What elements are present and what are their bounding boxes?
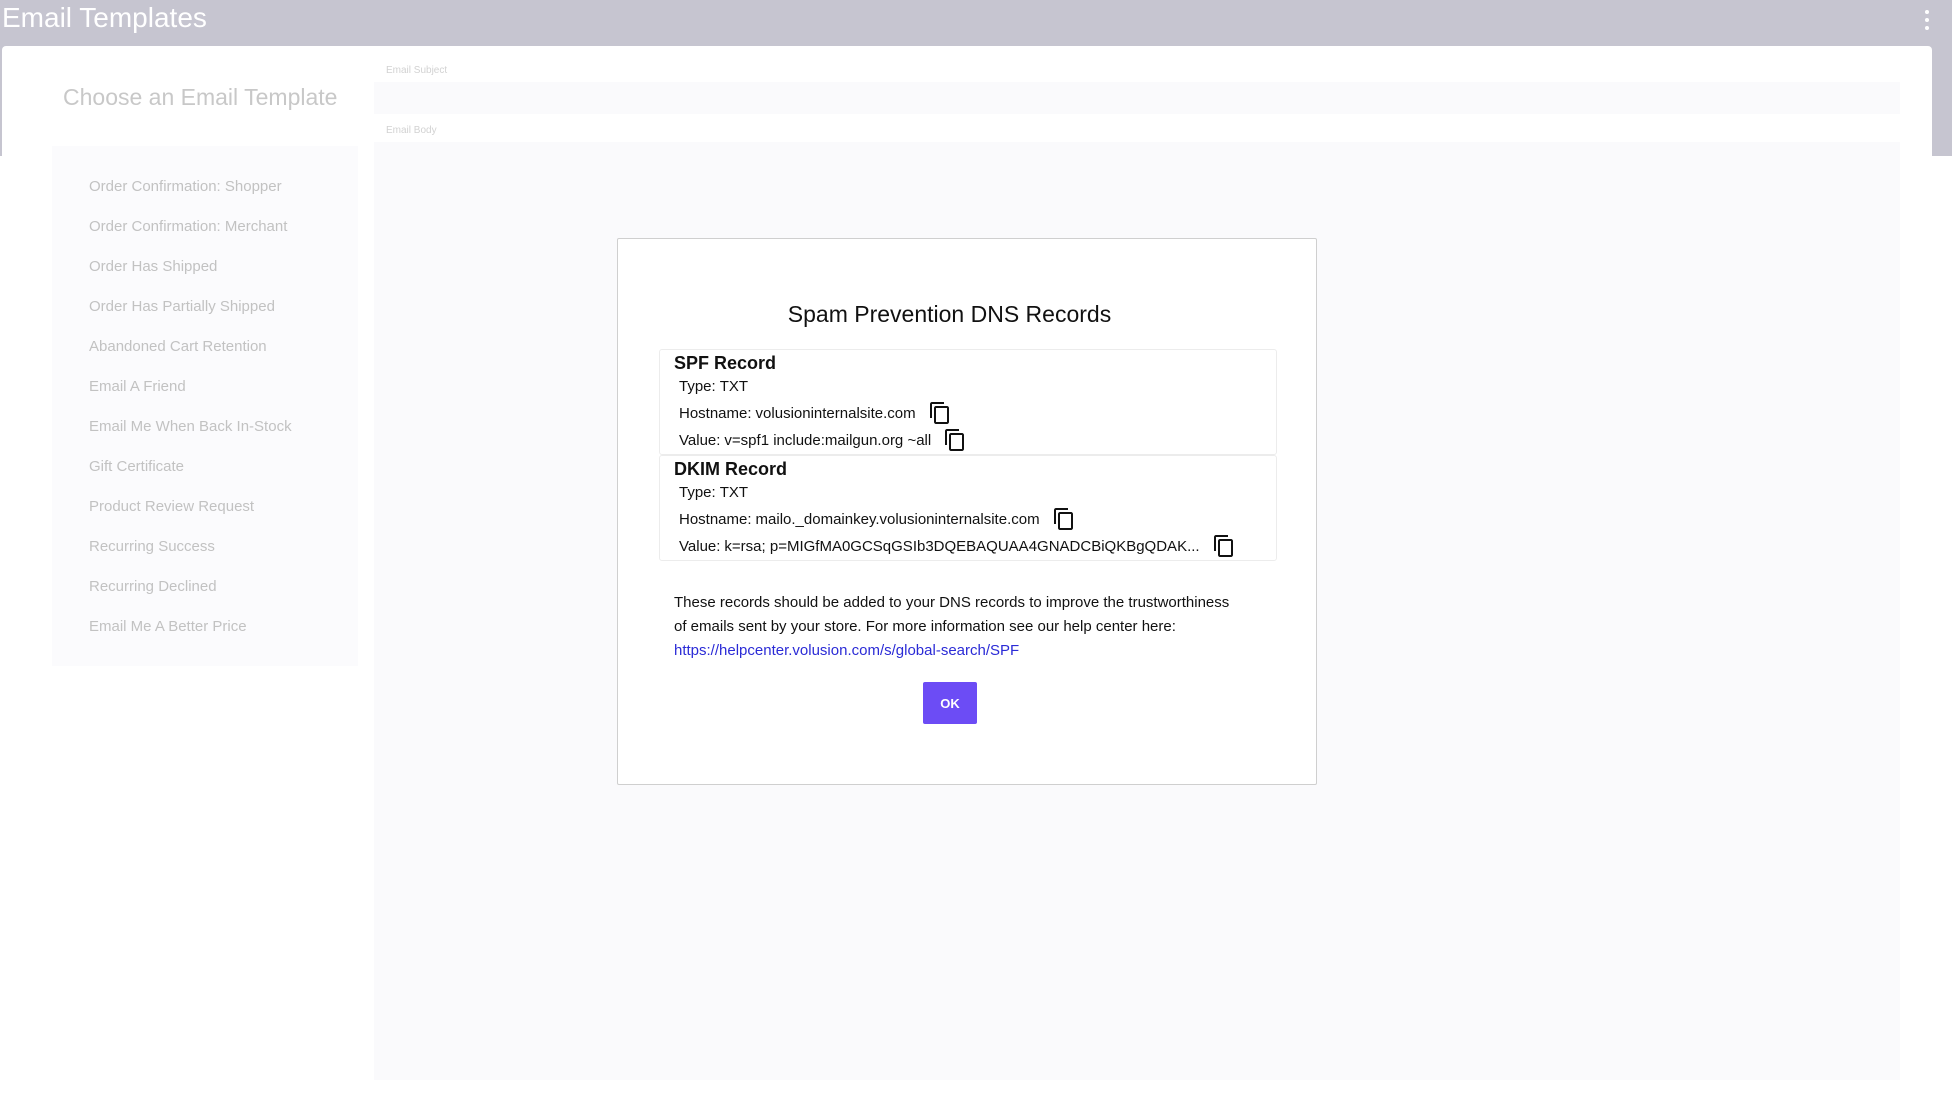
email-subject-input[interactable] — [374, 82, 1900, 114]
dkim-hostname-label: Hostname: — [679, 510, 752, 528]
spf-type-row: Type: TXT — [679, 378, 748, 395]
dns-help-text: These records should be added to your DN… — [674, 594, 1230, 635]
template-item-order-has-shipped[interactable]: Order Has Shipped — [89, 258, 217, 275]
template-item-better-price[interactable]: Email Me A Better Price — [89, 618, 247, 635]
spf-type-value: TXT — [719, 378, 749, 395]
spf-record-title: SPF Record — [674, 353, 777, 373]
dkim-value-label: Value: — [679, 537, 721, 555]
ok-button[interactable]: OK — [923, 682, 977, 724]
spf-hostname-row: Hostname: volusioninternalsite.com — [679, 401, 952, 425]
email-subject-label: Email Subject — [386, 65, 448, 76]
more-vert-icon[interactable] — [1922, 8, 1932, 32]
help-center-link[interactable]: https://helpcenter.volusion.com/s/global… — [674, 642, 1019, 659]
dkim-type-label: Type: — [679, 484, 716, 501]
template-item-product-review[interactable]: Product Review Request — [89, 498, 254, 515]
dkim-type-row: Type: TXT — [679, 484, 748, 501]
spf-value-row: Value: v=spf1 include:mailgun.org ~all — [679, 428, 967, 452]
app-title: Email Templates — [2, 2, 207, 33]
spf-hostname-label: Hostname: — [679, 404, 752, 422]
template-item-abandoned-cart[interactable]: Abandoned Cart Retention — [89, 338, 267, 355]
copy-icon[interactable] — [928, 401, 952, 425]
template-item-order-confirmation-merchant[interactable]: Order Confirmation: Merchant — [89, 218, 287, 235]
dkim-hostname-value: mailo._domainkey.volusioninternalsite.co… — [755, 510, 1040, 528]
dialog-title: Spam Prevention DNS Records — [787, 301, 1112, 327]
dkim-value-value: k=rsa; p=MIGfMA0GCSqGSIb3DQEBAQUAA4GNADC… — [724, 537, 1200, 555]
template-item-gift-certificate[interactable]: Gift Certificate — [89, 458, 184, 475]
dns-help-note: These records should be added to your DN… — [674, 591, 1234, 663]
template-list: Order Confirmation: Shopper Order Confir… — [52, 146, 358, 666]
dkim-value-row: Value: k=rsa; p=MIGfMA0GCSqGSIb3DQEBAQUA… — [679, 534, 1236, 558]
dkim-record-card: DKIM Record Type: TXT Hostname: mailo._d… — [659, 455, 1277, 561]
spf-value-value: v=spf1 include:mailgun.org ~all — [724, 431, 932, 449]
template-item-recurring-declined[interactable]: Recurring Declined — [89, 578, 217, 595]
template-heading: Choose an Email Template — [63, 84, 338, 110]
spf-type-label: Type: — [679, 378, 716, 395]
copy-icon[interactable] — [1052, 507, 1076, 531]
template-item-back-in-stock[interactable]: Email Me When Back In-Stock — [89, 418, 292, 435]
dkim-hostname-row: Hostname: mailo._domainkey.volusioninter… — [679, 507, 1076, 531]
template-item-recurring-success[interactable]: Recurring Success — [89, 538, 215, 555]
spf-record-card: SPF Record Type: TXT Hostname: volusioni… — [659, 349, 1277, 455]
dkim-record-title: DKIM Record — [674, 459, 788, 479]
dns-records-dialog: Spam Prevention DNS Records SPF Record T… — [617, 238, 1317, 785]
copy-icon[interactable] — [1212, 534, 1236, 558]
template-item-email-a-friend[interactable]: Email A Friend — [89, 378, 186, 395]
template-item-order-confirmation-shopper[interactable]: Order Confirmation: Shopper — [89, 178, 282, 195]
copy-icon[interactable] — [943, 428, 967, 452]
spf-value-label: Value: — [679, 431, 721, 449]
template-item-order-partially-shipped[interactable]: Order Has Partially Shipped — [89, 298, 275, 315]
spf-hostname-value: volusioninternalsite.com — [755, 404, 916, 422]
dkim-type-value: TXT — [719, 484, 749, 501]
email-body-label: Email Body — [386, 125, 437, 136]
